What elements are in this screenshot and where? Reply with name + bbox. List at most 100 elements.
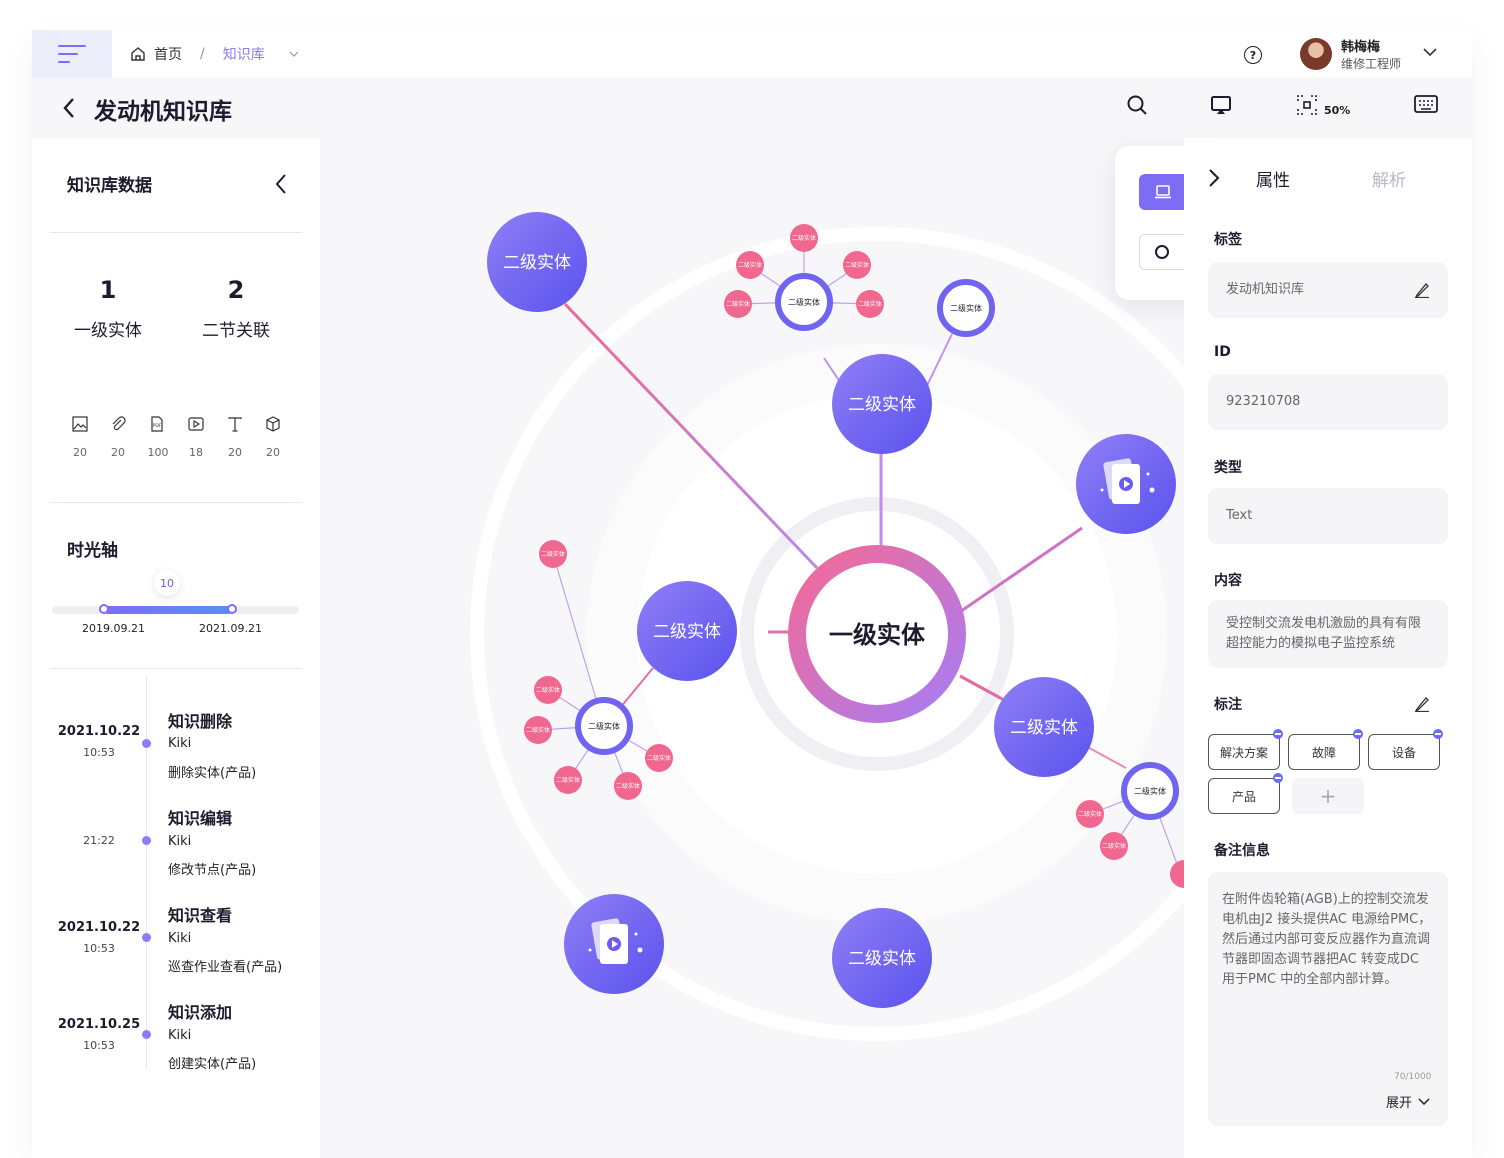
remove-tag-icon[interactable] — [1273, 773, 1283, 783]
collapse-panel-icon[interactable] — [275, 173, 287, 195]
tag-value: 发动机知识库 — [1226, 282, 1305, 297]
leaf-entity-node[interactable]: 二级实体 — [534, 676, 562, 704]
graph-canvas[interactable]: 一级实体 二级实体 二级实体 二级实体 二级实体 二级实体 二级实体 二级实体 … — [320, 138, 1184, 1158]
leaf-entity-node[interactable]: 二级实体 — [1100, 832, 1128, 860]
tertiary-entity-node[interactable]: 二级实体 — [775, 273, 833, 331]
field-label-type: 类型 — [1214, 460, 1242, 476]
center-node-label: 一级实体 — [829, 621, 926, 649]
slider-start-handle[interactable] — [99, 604, 109, 614]
menu-icon — [58, 45, 86, 63]
tag-field[interactable]: 发动机知识库 — [1208, 262, 1448, 318]
slider-end-date: 2021.09.21 — [199, 622, 262, 635]
secondary-entity-node[interactable]: 二级实体 — [994, 677, 1094, 777]
expand-button[interactable]: 展开 — [1386, 1092, 1430, 1111]
leaf-entity-node[interactable]: 二级实体 — [856, 290, 884, 318]
breadcrumb: 首页 / 知识库 — [130, 30, 299, 78]
tag-label: 故障 — [1311, 745, 1336, 760]
image-icon[interactable] — [72, 416, 88, 432]
timeline-dot — [142, 1030, 151, 1039]
user-menu-chevron-icon[interactable] — [1422, 44, 1438, 60]
leaf-entity-node[interactable]: 二级实体 — [724, 290, 752, 318]
help-icon[interactable]: ? — [1244, 46, 1262, 64]
attachment-icon[interactable] — [110, 416, 126, 432]
leaf-entity-node[interactable]: 二级实体 — [524, 716, 552, 744]
breadcrumb-current[interactable]: 知识库 — [223, 44, 265, 64]
tab-properties[interactable]: 属性 — [1256, 166, 1290, 191]
video-icon[interactable] — [188, 416, 204, 432]
pdf-icon[interactable]: PDF — [149, 416, 165, 432]
annotation-tag[interactable]: 解决方案 — [1208, 729, 1283, 770]
slider-end-handle[interactable] — [227, 604, 237, 614]
leaf-label: 二级实体 — [526, 726, 550, 734]
leaf-entity-node[interactable]: 二级实体 — [1076, 800, 1104, 828]
event-desc: 创建实体(产品) — [168, 1057, 257, 1072]
menu-button[interactable] — [32, 30, 112, 78]
add-tag-button[interactable]: + — [1292, 778, 1364, 814]
fit-screen-icon[interactable] — [1296, 94, 1318, 116]
leaf-entity-node[interactable]: 二级实体 — [843, 251, 871, 279]
secondary-entity-node[interactable]: 二级实体 — [832, 354, 932, 454]
keyboard-icon[interactable] — [1414, 94, 1438, 114]
secondary-entity-node[interactable]: 二级实体 — [637, 581, 737, 681]
timeline-title: 时光轴 — [67, 541, 118, 561]
leaf-label: 二级实体 — [1078, 810, 1102, 818]
event-title[interactable]: 知识编辑 — [168, 805, 232, 829]
leaf-entity-node[interactable]: 二级实体 — [554, 766, 582, 794]
leaf-entity-node[interactable] — [1170, 860, 1184, 888]
annotation-tag[interactable]: 设备 — [1368, 729, 1443, 770]
center-entity-node[interactable]: 一级实体 — [788, 545, 966, 723]
home-icon[interactable] — [130, 46, 146, 62]
content-value: 受控制交流发电机激励的具有有限超控能力的模拟电子监控系统 — [1226, 616, 1422, 651]
leaf-entity-node[interactable]: 二级实体 — [614, 772, 642, 800]
event-title[interactable]: 知识删除 — [168, 708, 232, 732]
leaf-entity-node[interactable]: 二级实体 — [736, 251, 764, 279]
notes-char-count: 70/1000 — [1394, 1072, 1432, 1082]
collapse-right-panel-icon[interactable] — [1208, 168, 1220, 188]
leaf-entity-node[interactable]: 二级实体 — [790, 224, 818, 252]
file-count: 20 — [111, 446, 125, 459]
leaf-entity-node[interactable]: 二级实体 — [539, 540, 567, 568]
annotation-tag[interactable]: 故障 — [1288, 729, 1363, 770]
chevron-down-icon — [1418, 1097, 1430, 1105]
avatar[interactable] — [1300, 38, 1332, 70]
stat-number: 2 — [227, 276, 245, 304]
secondary-entity-node[interactable]: 二级实体 — [832, 908, 932, 1008]
leaf-label: 二级实体 — [1102, 842, 1126, 850]
video-media-node[interactable] — [564, 894, 664, 994]
leaf-entity-node[interactable]: 二级实体 — [645, 744, 673, 772]
tag-label: 设备 — [1391, 745, 1416, 760]
tertiary-entity-node[interactable]: 二级实体 — [937, 279, 995, 337]
notes-textarea[interactable]: 在附件齿轮箱(AGB)上的控制交流发电机由J2 接头提供AC 电源给PMC，然后… — [1208, 872, 1448, 1126]
tertiary-entity-node[interactable]: 二级实体 — [575, 697, 633, 755]
breadcrumb-home[interactable]: 首页 — [154, 44, 182, 64]
event-title[interactable]: 知识添加 — [168, 999, 232, 1023]
event-title[interactable]: 知识查看 — [168, 902, 232, 926]
knowledge-graph[interactable]: 一级实体 二级实体 二级实体 二级实体 二级实体 二级实体 二级实体 二级实体 … — [320, 138, 1184, 1158]
chevron-down-icon[interactable] — [289, 51, 299, 57]
remove-tag-icon[interactable] — [1433, 729, 1443, 739]
field-label-notes: 备注信息 — [1214, 843, 1270, 859]
content-field[interactable]: 受控制交流发电机激励的具有有限超控能力的模拟电子监控系统 — [1208, 600, 1448, 668]
video-media-node[interactable] — [1076, 434, 1176, 534]
zoom-level[interactable]: 50% — [1324, 104, 1350, 117]
svg-text:PDF: PDF — [153, 423, 162, 429]
tab-analysis[interactable]: 解析 — [1372, 166, 1406, 191]
remove-tag-icon[interactable] — [1273, 729, 1283, 739]
remove-tag-icon[interactable] — [1353, 729, 1363, 739]
left-panel: 知识库数据 1 一级实体 2 二节关联 PDF 20 20 100 18 20 … — [32, 138, 320, 1158]
screen-cast-icon[interactable] — [1210, 94, 1232, 116]
tertiary-entity-node[interactable]: 二级实体 — [1121, 762, 1179, 820]
id-value: 923210708 — [1226, 394, 1301, 409]
annotation-tag[interactable]: 产品 — [1208, 773, 1283, 814]
edit-icon[interactable] — [1414, 282, 1430, 298]
leaf-label: 二级实体 — [738, 261, 762, 269]
edit-annotation-icon[interactable] — [1414, 696, 1430, 712]
back-arrow-icon[interactable] — [62, 96, 76, 120]
cube-icon[interactable] — [265, 416, 281, 432]
text-icon[interactable] — [227, 416, 243, 432]
search-icon[interactable] — [1126, 94, 1148, 116]
secondary-entity-node[interactable]: 二级实体 — [487, 212, 587, 312]
node-label: 二级实体 — [1134, 786, 1166, 796]
file-count: 20 — [228, 446, 242, 459]
event-date: 2021.10.22 — [57, 724, 141, 739]
